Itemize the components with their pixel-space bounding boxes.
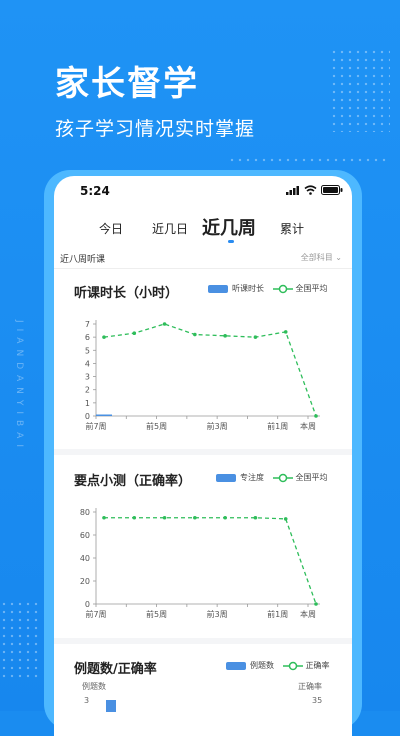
chart2-legend-b: 全国平均 [295,473,328,482]
y-tick-label: 1 [85,399,90,408]
y-tick-label: 0 [85,600,90,609]
y-tick-label: 40 [80,554,90,563]
filter-period-label: 近八周听课 [60,255,106,265]
chart1-legend: 听课时长 全国平均 [208,283,328,294]
legend-line-swatch [272,473,293,482]
status-time: 5:24 [80,184,110,198]
filter-bar: 近八周听课 全部科目 ⌄ [54,248,352,269]
chart1-svg: 0 1 2 3 4 5 6 7 前7周 前5周 前3周 前1周 本周 [85,320,320,431]
chart2-legend-a: 专注度 [240,473,264,482]
x-tick-label: 前7周 [85,609,106,619]
y-tick-label: 6 [85,333,90,342]
chart3-title: 例题数/正确率 [74,662,157,677]
x-tick-label: 前3周 [207,421,228,431]
y-tick-label: 60 [80,531,90,540]
avg-point [132,515,137,520]
side-watermark-text: JIANDANYIBAI [14,320,24,453]
chart2-legend: 专注度 全国平均 [216,472,328,483]
y-tick-label: 7 [85,320,90,329]
chart3-bar [106,700,116,712]
chart2-title: 要点小测（正确率） [74,474,192,489]
avg-point [102,515,106,520]
hero-title: 家长督学 [55,64,199,104]
tab-cumulative[interactable]: 累计 [280,220,304,237]
avg-line [104,517,317,605]
legend-line-swatch [282,661,303,670]
avg-point [314,602,318,606]
avg-point [162,515,167,520]
legend-line-swatch [272,284,293,293]
tab-recent-days[interactable]: 近几日 [152,220,188,237]
avg-point [283,517,288,521]
subject-select-label: 全部科目 [300,253,333,262]
avg-point [223,515,227,520]
x-tick-label: 本周 [300,609,316,619]
decor-dots-left [0,600,42,680]
chart1-legend-a: 听课时长 [232,284,264,293]
chart2-svg: 0 20 40 60 80 前7周 前5周 前3周 前1周 本周 [80,508,320,619]
tab-recent-weeks[interactable]: 近几周 [202,214,256,240]
y-tick-label: 3 [85,373,90,382]
phone-screen: 5:24 今日 近几日 近几周 累计 近八周听课 全部科目 ⌄ 听课时长（小时）… [54,176,352,736]
chart3-legend-b: 正确率 [305,661,330,670]
hero-subtitle: 孩子学习情况实时掌握 [55,118,256,140]
y-tick-label: 0 [85,412,90,421]
legend-bar-swatch [216,473,236,482]
x-tick-label: 前3周 [207,609,228,619]
x-tick-label: 前5周 [146,609,167,619]
wifi-icon [304,185,317,195]
chart3-ylabel-right: 正确率 [298,682,322,691]
y-tick-label: 4 [85,359,90,368]
bar [96,414,112,416]
x-tick-label: 前5周 [146,421,167,431]
chart3-legend-a: 例题数 [250,661,274,670]
battery-icon [321,185,343,195]
chevron-down-icon: ⌄ [335,253,342,262]
avg-point [132,331,137,335]
signal-icon [286,186,299,195]
decor-dots-top [330,48,390,132]
chart1-title: 听课时长（小时） [74,286,179,301]
chart3-legend: 例题数 正确率 [226,660,330,671]
avg-point [193,515,197,520]
chart3-ylabel-left: 例题数 [82,682,106,691]
chart3-tick-left: 3 [84,696,90,705]
y-tick-label: 20 [80,577,90,586]
avg-point [253,335,258,339]
x-tick-label: 前7周 [85,421,106,431]
chart3-tick-right: 35 [312,696,323,705]
avg-point [162,322,167,326]
avg-point [223,334,227,338]
avg-point [102,335,106,339]
decor-dots-mid [228,156,388,166]
y-tick-label: 5 [85,346,90,355]
y-tick-label: 80 [80,508,90,517]
section-separator [54,449,352,455]
period-tabs: 今日 近几日 近几周 累计 [54,214,352,244]
x-tick-label: 前1周 [267,609,288,619]
x-tick-label: 前1周 [267,421,288,431]
avg-point [283,330,288,334]
avg-point [314,414,318,418]
y-tick-label: 2 [85,386,90,395]
chart1-legend-b: 全国平均 [295,284,328,293]
subject-select[interactable]: 全部科目 ⌄ [301,252,342,263]
section-separator [54,638,352,644]
x-tick-label: 本周 [300,421,316,431]
avg-point [253,515,258,520]
tab-today[interactable]: 今日 [99,220,123,237]
avg-line [103,323,317,417]
legend-bar-swatch [226,661,246,670]
avg-point [193,332,197,337]
legend-bar-swatch [208,284,228,293]
status-bar: 5:24 [54,176,352,204]
active-tab-indicator [228,240,234,243]
